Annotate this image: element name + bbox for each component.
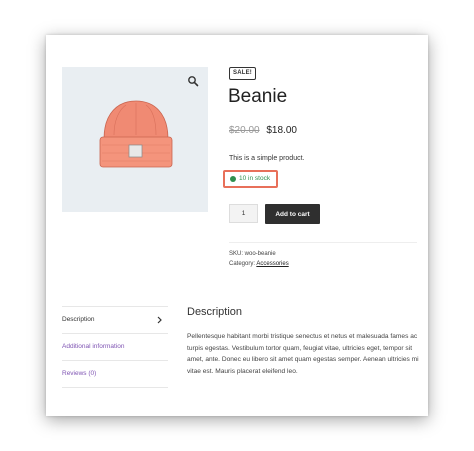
description-heading: Description	[187, 306, 243, 318]
tab-label: Reviews (0)	[62, 370, 97, 377]
chevron-right-icon	[157, 316, 162, 324]
product-title: Beanie	[228, 86, 288, 107]
sale-badge: SALE!	[229, 67, 256, 80]
beanie-illustration	[99, 100, 173, 168]
add-to-cart-button[interactable]: Add to cart	[265, 204, 320, 224]
tab-reviews[interactable]: Reviews (0)	[62, 360, 168, 388]
in-stock-icon	[230, 176, 236, 182]
current-price: $18.00	[266, 125, 297, 136]
product-image[interactable]	[62, 67, 208, 212]
product-tabs: Description Additional information Revie…	[62, 306, 168, 388]
divider	[229, 242, 417, 243]
product-sku: SKU: woo-beanie	[229, 251, 276, 257]
zoom-icon[interactable]	[187, 75, 199, 87]
tab-label: Description	[62, 316, 95, 323]
tab-label: Additional information	[62, 343, 125, 350]
old-price: $20.00	[229, 125, 260, 136]
category-label: Category:	[229, 261, 257, 267]
stock-label: 10 in stock	[239, 175, 271, 182]
price: $20.00 $18.00	[229, 125, 297, 136]
category-link[interactable]: Accessories	[256, 261, 288, 267]
stock-status: 10 in stock	[223, 170, 278, 188]
product-card: SALE! Beanie $20.00 $18.00 This is a sim…	[46, 35, 428, 416]
quantity-input[interactable]	[229, 204, 258, 223]
tab-additional-information[interactable]: Additional information	[62, 333, 168, 360]
tab-description[interactable]: Description	[62, 306, 168, 333]
product-category: Category: Accessories	[229, 261, 289, 267]
description-body: Pellentesque habitant morbi tristique se…	[187, 333, 419, 375]
short-description: This is a simple product.	[229, 155, 305, 162]
